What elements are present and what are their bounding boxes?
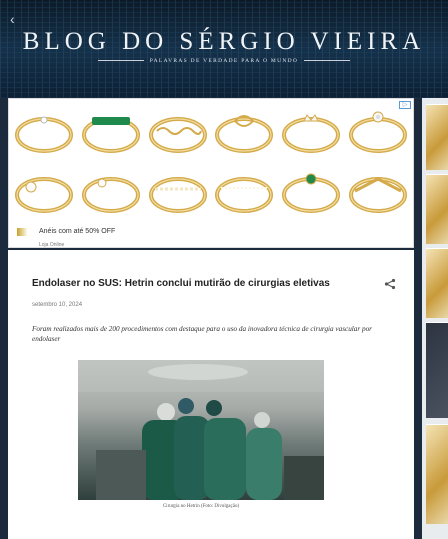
post-date[interactable]: setembro 10, 2024 xyxy=(32,302,82,308)
crown-ring[interactable] xyxy=(280,107,342,155)
subtitle-divider-left xyxy=(97,60,144,62)
post-body: Foram realizados mais de 200 procediment… xyxy=(32,325,372,343)
pave-band-ring[interactable] xyxy=(213,167,275,215)
ad-headline[interactable]: Anéis com até 50% OFF xyxy=(39,228,115,235)
sidebar-thumbnails xyxy=(422,98,448,539)
solitaire-ring[interactable] xyxy=(13,107,75,155)
sidebar-thumbnail[interactable] xyxy=(426,174,448,244)
flower-ring[interactable] xyxy=(347,107,409,155)
post-image[interactable] xyxy=(78,360,324,500)
share-icon[interactable] xyxy=(384,278,396,290)
cluster-ring[interactable] xyxy=(80,167,142,215)
blog-subtitle-text: PALAVRAS DE VERDADE PARA O MUNDO xyxy=(149,58,299,64)
chevron-ring[interactable] xyxy=(347,167,409,215)
blog-header: ‹ BLOG DO SÉRGIO VIEIRA PALAVRAS DE VERD… xyxy=(0,0,448,98)
ring-grid[interactable] xyxy=(13,107,409,227)
ad-logo xyxy=(17,227,35,236)
post-title[interactable]: Endolaser no SUS: Hetrin conclui mutirão… xyxy=(32,278,372,289)
emerald-solitaire-ring[interactable] xyxy=(280,167,342,215)
post-image-caption: Cirurgia no Hetrin (Foto: Divulgação) xyxy=(162,504,240,509)
ad-banner[interactable]: ▷ Anéis com até 50% OFF Loja Online xyxy=(8,98,414,248)
blog-subtitle: PALAVRAS DE VERDADE PARA O MUNDO xyxy=(0,58,448,64)
beaded-ring[interactable] xyxy=(147,167,209,215)
sidebar-thumbnail[interactable] xyxy=(426,248,448,318)
emerald-band-ring[interactable] xyxy=(80,107,142,155)
chain-link-ring[interactable] xyxy=(147,107,209,155)
ad-text[interactable]: Anéis com até 50% OFF Loja Online xyxy=(17,223,115,248)
subtitle-divider-right xyxy=(304,60,351,62)
sidebar-thumbnail[interactable] xyxy=(426,104,448,170)
back-arrow-icon[interactable]: ‹ xyxy=(10,12,22,26)
knot-ring[interactable] xyxy=(213,107,275,155)
ring-row xyxy=(13,167,409,219)
blog-post: Endolaser no SUS: Hetrin conclui mutirão… xyxy=(8,250,414,539)
sidebar-thumbnail[interactable] xyxy=(426,322,448,418)
sidebar-thumbnail[interactable] xyxy=(426,424,448,524)
blog-title[interactable]: BLOG DO SÉRGIO VIEIRA xyxy=(0,28,448,56)
halo-ring[interactable] xyxy=(13,167,75,215)
ad-brand: Loja Online xyxy=(39,242,65,248)
ring-row xyxy=(13,107,409,159)
surgery-photo xyxy=(78,360,324,500)
